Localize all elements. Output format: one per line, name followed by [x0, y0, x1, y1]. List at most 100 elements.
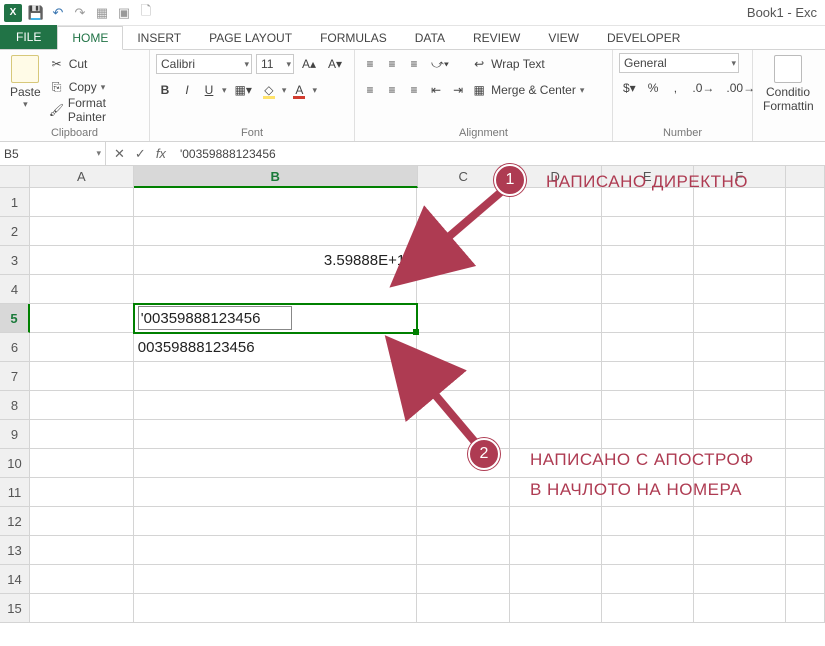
tab-insert[interactable]: INSERT	[123, 27, 195, 49]
col-header[interactable]: D	[510, 166, 602, 188]
cell[interactable]	[510, 565, 602, 594]
fx-icon[interactable]: fx	[156, 146, 166, 161]
cell[interactable]	[510, 333, 602, 362]
cell[interactable]	[134, 420, 418, 449]
cell[interactable]	[510, 217, 602, 246]
cell[interactable]	[30, 217, 134, 246]
cell[interactable]	[602, 594, 694, 623]
format-painter-button[interactable]: 🖌 Format Painter	[49, 99, 143, 121]
cell[interactable]	[602, 333, 694, 362]
cell[interactable]	[30, 275, 134, 304]
cell[interactable]	[134, 275, 418, 304]
cell[interactable]	[602, 246, 694, 275]
cell[interactable]	[510, 478, 602, 507]
cell[interactable]	[30, 333, 134, 362]
cell[interactable]	[417, 304, 509, 333]
cut-button[interactable]: ✂ Cut	[49, 53, 143, 75]
row-header[interactable]: 9	[0, 420, 30, 449]
cell[interactable]	[602, 217, 694, 246]
cell[interactable]	[134, 362, 418, 391]
row-header[interactable]: 11	[0, 478, 30, 507]
cell[interactable]	[30, 507, 134, 536]
copy-button[interactable]: ⎘ Copy ▾	[49, 76, 143, 98]
cell[interactable]	[510, 594, 602, 623]
tab-formulas[interactable]: FORMULAS	[306, 27, 401, 49]
new-doc-icon[interactable]: 🗋	[138, 5, 154, 21]
row-header[interactable]: 1	[0, 188, 30, 217]
paste-button[interactable]: Paste ▾	[6, 53, 45, 112]
cell[interactable]	[30, 449, 134, 478]
cell[interactable]	[510, 362, 602, 391]
cell[interactable]	[134, 391, 418, 420]
cell[interactable]	[602, 304, 694, 333]
cell[interactable]	[417, 536, 509, 565]
save-icon[interactable]: 💾	[28, 5, 44, 21]
cell[interactable]	[694, 391, 786, 420]
cell[interactable]	[30, 594, 134, 623]
increase-decimal-icon[interactable]: .0→	[688, 78, 718, 98]
border-icon[interactable]: ▦▾	[231, 80, 256, 100]
font-color-icon[interactable]: A	[290, 80, 308, 100]
number-format-select[interactable]: General	[619, 53, 739, 73]
cell[interactable]	[786, 449, 825, 478]
cell-b5-edit-inner[interactable]: '00359888123456	[138, 306, 292, 330]
tab-page-layout[interactable]: PAGE LAYOUT	[195, 27, 306, 49]
cell[interactable]	[134, 188, 418, 217]
cell[interactable]	[786, 246, 825, 275]
cell[interactable]	[134, 565, 418, 594]
cell[interactable]	[786, 478, 825, 507]
cell[interactable]	[510, 536, 602, 565]
align-center-icon[interactable]: ≡	[383, 80, 401, 100]
cell[interactable]	[694, 275, 786, 304]
cell[interactable]	[602, 536, 694, 565]
redo-icon[interactable]: ↷	[72, 5, 88, 21]
cell[interactable]	[30, 304, 134, 333]
underline-button[interactable]: U	[200, 80, 218, 100]
increase-font-icon[interactable]: A▴	[298, 54, 320, 74]
cell[interactable]	[417, 507, 509, 536]
conditional-formatting-button[interactable]: Conditio Formattin	[759, 53, 817, 115]
wrap-text-button[interactable]: ↩ Wrap Text	[471, 53, 584, 75]
cell[interactable]	[510, 304, 602, 333]
orientation-icon[interactable]: ⤻▾	[427, 54, 453, 74]
cell[interactable]	[694, 536, 786, 565]
cell[interactable]	[510, 246, 602, 275]
align-left-icon[interactable]: ≡	[361, 80, 379, 100]
cancel-icon[interactable]: ✕	[114, 146, 125, 162]
formula-input[interactable]: '00359888123456	[174, 142, 825, 165]
cell[interactable]	[694, 188, 786, 217]
name-box[interactable]: B5	[0, 142, 106, 165]
qat-icon[interactable]: ▣	[116, 5, 132, 21]
align-bottom-icon[interactable]: ≡	[405, 54, 423, 74]
cell[interactable]	[786, 507, 825, 536]
align-right-icon[interactable]: ≡	[405, 80, 423, 100]
cell[interactable]	[694, 594, 786, 623]
cell[interactable]	[30, 188, 134, 217]
cell[interactable]	[30, 565, 134, 594]
cell[interactable]	[694, 246, 786, 275]
cell[interactable]	[510, 449, 602, 478]
cell[interactable]	[786, 217, 825, 246]
cell-b5-editing[interactable]: '00359888123456	[134, 304, 418, 333]
font-name-select[interactable]: Calibri	[156, 54, 252, 74]
cell[interactable]	[786, 565, 825, 594]
merge-center-button[interactable]: ▦ Merge & Center ▾	[471, 79, 584, 101]
cell[interactable]	[134, 507, 418, 536]
bold-button[interactable]: B	[156, 80, 174, 100]
tab-review[interactable]: REVIEW	[459, 27, 534, 49]
cell[interactable]	[417, 478, 509, 507]
decrease-font-icon[interactable]: A▾	[324, 54, 346, 74]
cell[interactable]	[786, 275, 825, 304]
cell[interactable]	[786, 594, 825, 623]
cell[interactable]	[134, 449, 418, 478]
row-header[interactable]: 6	[0, 333, 30, 362]
cell[interactable]	[786, 391, 825, 420]
tab-data[interactable]: DATA	[401, 27, 459, 49]
cell[interactable]	[417, 333, 509, 362]
row-header[interactable]: 8	[0, 391, 30, 420]
tab-home[interactable]: HOME	[57, 26, 123, 50]
cell[interactable]	[694, 449, 786, 478]
font-size-select[interactable]: 11	[256, 54, 294, 74]
cell[interactable]	[694, 333, 786, 362]
cell[interactable]	[602, 362, 694, 391]
